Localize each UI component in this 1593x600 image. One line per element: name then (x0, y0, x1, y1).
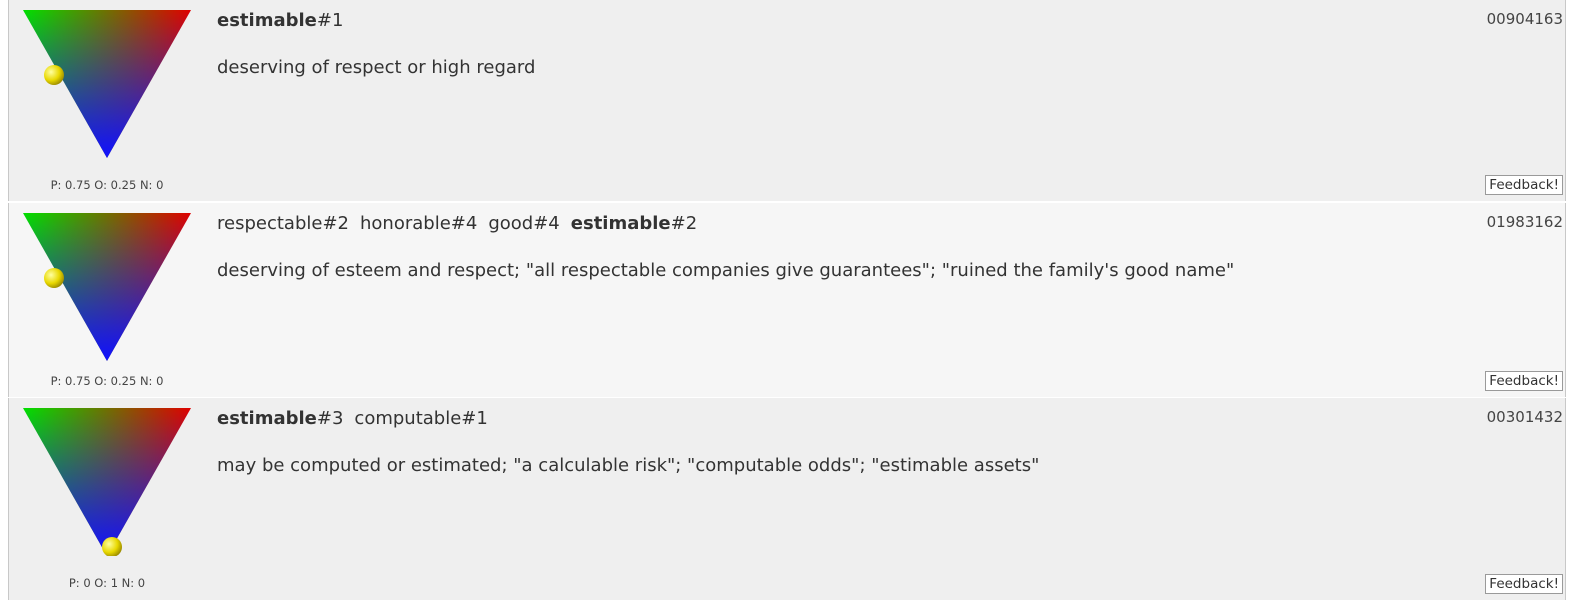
feedback-button[interactable]: Feedback! (1485, 574, 1563, 594)
term-word: computable (354, 408, 462, 429)
term-sense-number: #2 (670, 213, 698, 234)
term-link[interactable]: computable#1 (354, 408, 487, 429)
term-word: good (488, 213, 534, 234)
sentiment-triangle-chart (23, 213, 191, 361)
term-sense-number: #4 (450, 213, 478, 234)
term-word: respectable (217, 213, 323, 234)
term-sense-number: #3 (316, 408, 344, 429)
sentiment-marker (44, 65, 64, 85)
term-link[interactable]: honorable#4 (360, 213, 477, 234)
score-label: P: 0 O: 1 N: 0 (68, 576, 146, 590)
sentiment-triangle (23, 213, 191, 361)
term-sense-number: #1 (316, 10, 344, 31)
triangle-objective-overlay (23, 213, 191, 361)
synset-id: 01983162 (1486, 213, 1563, 231)
gloss-text: deserving of esteem and respect; "all re… (217, 260, 1235, 281)
term-link[interactable]: good#4 (488, 213, 559, 234)
sentiment-marker (44, 268, 64, 288)
term-link[interactable]: estimable#1 (217, 10, 343, 31)
term-word: estimable (570, 213, 671, 234)
term-link[interactable]: estimable#2 (571, 213, 697, 234)
synset-entry: P: 0.75 O: 0.25 N: 0 respectable#2 honorab… (8, 203, 1566, 397)
gloss-text: may be computed or estimated; "a calcula… (217, 455, 1040, 476)
term-link[interactable]: respectable#2 (217, 213, 349, 234)
gloss-text: deserving of respect or high regard (217, 57, 536, 78)
term-word: estimable (217, 408, 317, 429)
sentiment-triangle (23, 408, 191, 556)
score-label: P: 0.75 O: 0.25 N: 0 (50, 178, 164, 192)
synset-terms: estimable#3 computable#1 (217, 408, 499, 429)
synset-id: 00301432 (1486, 408, 1563, 426)
synset-terms: estimable#1 (217, 10, 354, 31)
synset-id: 00904163 (1486, 10, 1563, 28)
sentiment-triangle (23, 10, 191, 158)
term-word: estimable (217, 10, 317, 31)
term-sense-number: #1 (461, 408, 488, 429)
synset-entry: P: 0.75 O: 0.25 N: 0 estimable#1 deserving… (8, 0, 1566, 201)
feedback-button[interactable]: Feedback! (1485, 371, 1563, 391)
feedback-button[interactable]: Feedback! (1485, 175, 1563, 195)
synset-list: P: 0.75 O: 0.25 N: 0 estimable#1 deserving… (0, 0, 1593, 600)
term-word: honorable (360, 213, 451, 234)
synset-terms: respectable#2 honorable#4 good#4 estimable#… (217, 213, 708, 234)
term-sense-number: #4 (533, 213, 560, 234)
sentiment-triangle-chart (23, 408, 191, 556)
score-label: P: 0.75 O: 0.25 N: 0 (50, 374, 164, 388)
triangle-objective-overlay (23, 10, 191, 158)
synset-entry: P: 0 O: 1 N: 0 estimable#3 computable#1 may… (8, 398, 1566, 600)
sentiment-triangle-chart (23, 10, 191, 158)
triangle-objective-overlay (23, 408, 191, 556)
term-sense-number: #2 (322, 213, 349, 234)
term-link[interactable]: estimable#3 (217, 408, 343, 429)
